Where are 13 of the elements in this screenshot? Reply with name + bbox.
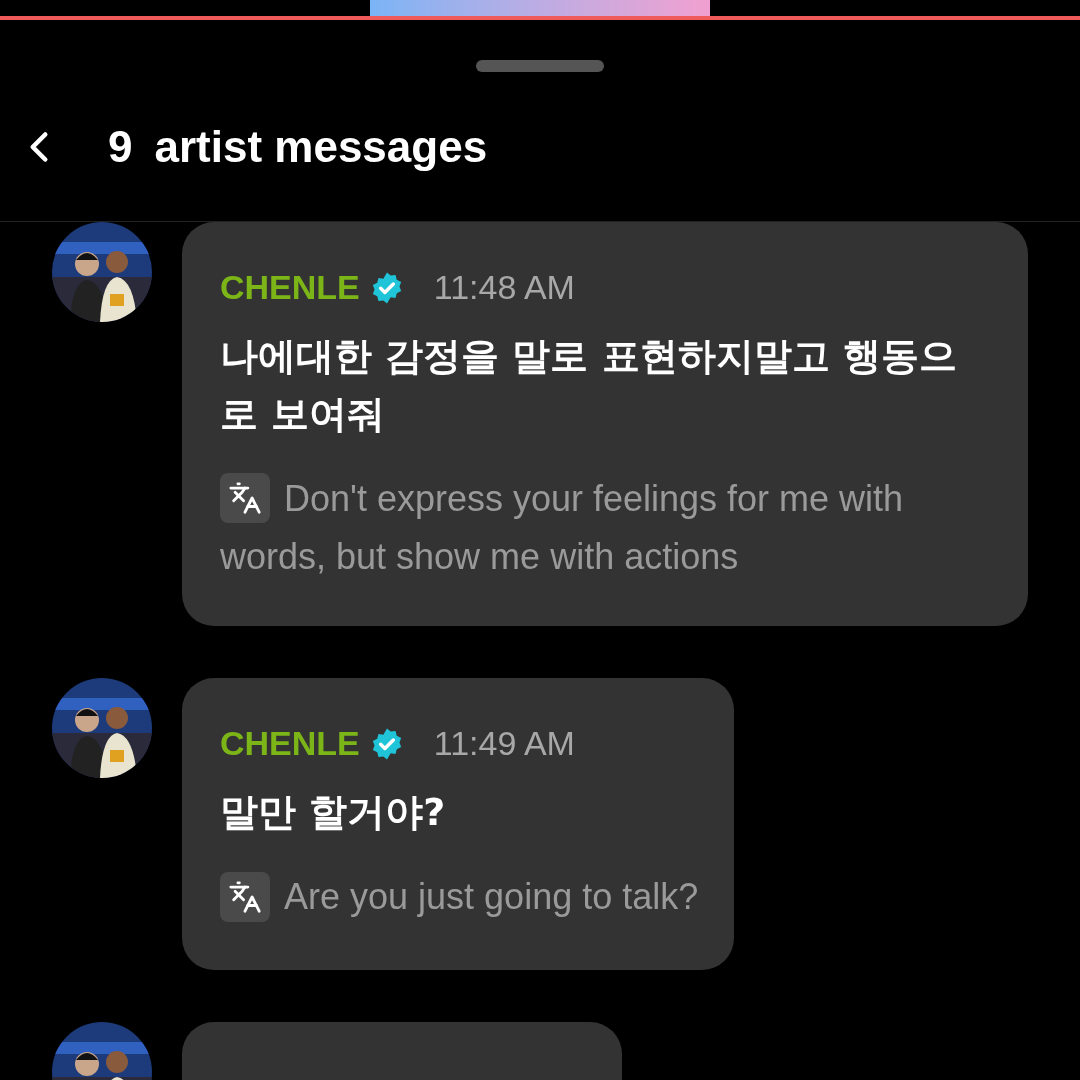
sender-name: CHENLE bbox=[220, 267, 360, 308]
message-time: 11:48 AM bbox=[433, 267, 575, 308]
sender-name: CHENLE bbox=[220, 723, 360, 765]
message-count: 9 bbox=[108, 120, 133, 173]
message-time: 11:49 AM bbox=[433, 723, 575, 765]
drag-handle[interactable] bbox=[476, 60, 604, 72]
translate-icon[interactable] bbox=[220, 871, 270, 922]
translation-text: Are you just going to talk? bbox=[220, 869, 699, 928]
translate-icon[interactable] bbox=[220, 473, 270, 524]
translation-text: Don't express your feelings for me with words, but show me with actions bbox=[220, 471, 920, 585]
page-title: artist messages bbox=[154, 120, 488, 173]
message-text: 나에대한 감정을 말로 표현하지말고 행동으로 보여줘 bbox=[220, 333, 958, 438]
message-text: 말만 할거야? bbox=[220, 789, 447, 837]
